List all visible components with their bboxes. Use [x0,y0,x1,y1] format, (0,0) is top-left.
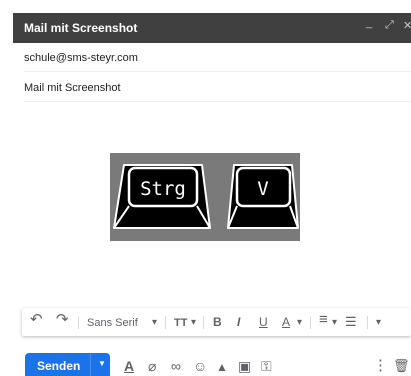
photo-icon[interactable]: ▣ [238,358,251,374]
pasted-screenshot-image[interactable]: Strg V [110,153,300,241]
text-size-icon[interactable]: TT [174,315,187,331]
redo-icon[interactable]: ↷ [56,312,69,328]
italic-icon[interactable]: I [237,314,240,330]
undo-icon[interactable]: ↶ [30,312,43,328]
chevron-down-icon[interactable]: ▾ [152,315,157,331]
drive-icon[interactable]: ▲ [216,359,228,375]
underline-icon[interactable]: U [259,314,268,330]
more-options-icon[interactable]: ⋮ [373,358,388,374]
recipient-value: schule@sms-steyr.com [24,52,138,64]
compose-window: Mail mit Screenshot _ ⤢ ✕ schule@sms-ste… [13,13,411,376]
send-button[interactable]: Senden ▼ [25,353,110,376]
compose-title: Mail mit Screenshot [24,21,138,35]
compose-bottom-toolbar: Senden ▼ A ⌀ ∞ ☺ ▲ ▣ ⚿ ⋮ 🗑 [13,343,411,376]
trash-icon[interactable]: 🗑 [393,358,410,374]
compose-titlebar[interactable]: Mail mit Screenshot _ ⤢ ✕ [13,13,411,43]
toolbar-divider [310,316,311,329]
chevron-down-icon[interactable]: ▾ [297,315,302,331]
minimize-icon[interactable]: _ [366,17,372,29]
toolbar-divider [367,316,368,329]
text-color-icon[interactable]: A [282,314,290,330]
strg-key: Strg [113,164,211,229]
send-button-label: Senden [37,359,81,373]
send-button-divider [90,353,91,376]
subject-field[interactable]: Mail mit Screenshot [24,74,411,102]
subject-value: Mail mit Screenshot [24,82,121,94]
send-options-icon[interactable]: ▼ [98,359,106,368]
emoji-icon[interactable]: ☺ [193,358,207,374]
align-icon[interactable]: ≡ [319,312,328,328]
close-icon[interactable]: ✕ [403,19,411,32]
more-formatting-icon[interactable]: ▾ [376,315,381,331]
format-options-icon[interactable]: A [124,358,134,374]
toolbar-divider [78,316,79,329]
confidential-icon[interactable]: ⚿ [261,358,272,374]
toolbar-divider [203,316,204,329]
attach-icon[interactable]: ⌀ [148,358,156,374]
v-key-label: V [257,178,268,200]
link-icon[interactable]: ∞ [171,358,181,374]
v-key: V [227,164,299,229]
keyboard-keys-illustration: Strg V [110,153,300,241]
recipients-field[interactable]: schule@sms-steyr.com [24,44,411,72]
chevron-down-icon[interactable]: ▾ [332,315,337,331]
strg-key-label: Strg [140,178,186,200]
maximize-icon[interactable]: ⤢ [385,19,394,32]
toolbar-divider [165,316,166,329]
formatting-toolbar: ↶ ↷ Sans Serif ▾ TT ▾ B I U A ▾ ≡ ▾ ☰ ▾ [22,308,411,336]
font-family-select[interactable]: Sans Serif [87,315,138,331]
bold-icon[interactable]: B [213,314,222,330]
chevron-down-icon[interactable]: ▾ [191,315,196,331]
list-icon[interactable]: ☰ [345,314,357,330]
